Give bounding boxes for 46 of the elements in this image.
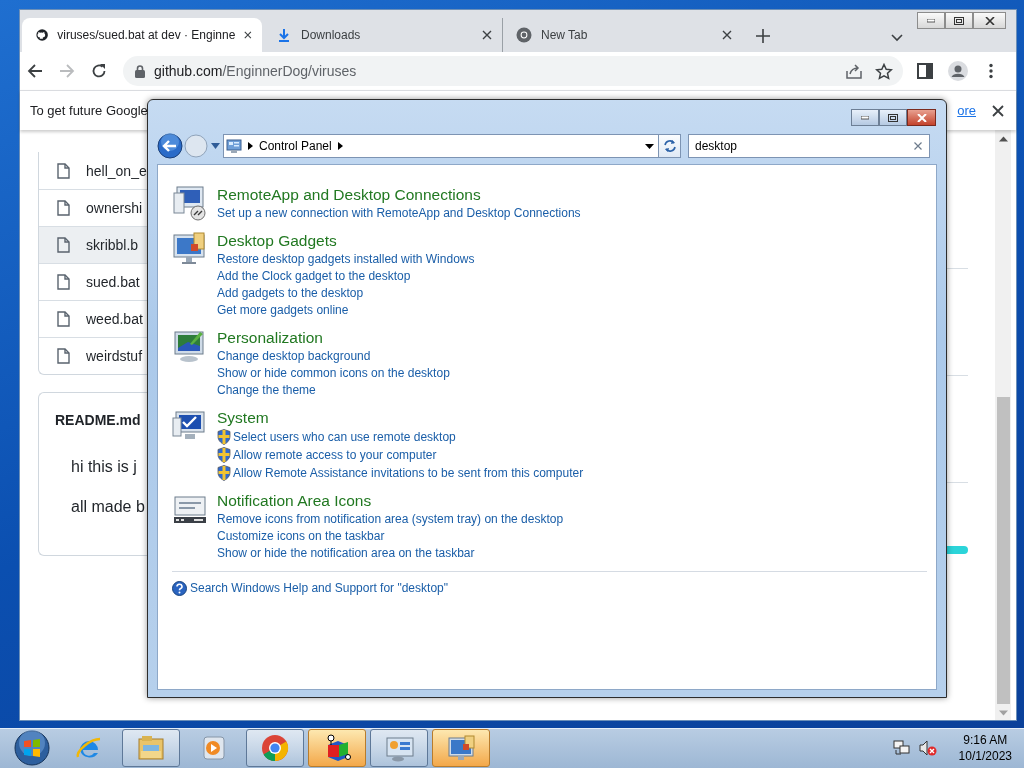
search-field[interactable]: desktop [688, 134, 930, 158]
breadcrumb-item[interactable]: Control Panel [259, 139, 332, 153]
task-link[interactable]: Show or hide the notification area on the taskbar [217, 545, 475, 562]
browser-tab[interactable]: viruses/sued.bat at dev · Enginne [22, 18, 262, 52]
address-bar[interactable]: github.com/EnginnerDog/viruses [123, 56, 903, 86]
task-link[interactable]: Restore desktop gadgets installed with Windows [217, 251, 475, 268]
browser-tab[interactable]: New Tab [502, 18, 742, 52]
file-name[interactable]: skribbl.b [86, 237, 139, 253]
category-link[interactable]: Desktop Gadgets [217, 231, 475, 251]
readme-text: all made b [70, 497, 146, 517]
tab-title: Downloads [301, 28, 362, 42]
task-link[interactable]: Remove icons from notification area (system tray) on the desktop [217, 511, 564, 528]
clock-time[interactable]: 9:16 AM [963, 732, 1008, 748]
url-text: github.com/EnginnerDog/viruses [154, 63, 358, 79]
address-bar[interactable]: Control Panel [223, 134, 659, 158]
category-link[interactable]: RemoteApp and Desktop Connections [217, 185, 581, 205]
task-link[interactable]: Change the theme [217, 382, 316, 399]
category-link[interactable]: Notification Area Icons [217, 491, 564, 511]
file-name[interactable]: sued.bat [86, 274, 140, 290]
category-link[interactable]: Personalization [217, 328, 450, 348]
clock-date[interactable]: 10/1/2023 [958, 748, 1012, 764]
tab-title: New Tab [541, 28, 589, 42]
file-row[interactable]: skribbl.b [39, 226, 147, 263]
task-link[interactable]: Show or hide common icons on the desktop [217, 365, 450, 382]
help-link[interactable]: Search Windows Help and Support for "desktop" [190, 580, 448, 597]
file-row[interactable]: hell_on_e [39, 152, 147, 189]
task-link[interactable]: Add gadgets to the desktop [217, 285, 364, 302]
file-name[interactable]: weirdstuf [86, 348, 143, 364]
file-name[interactable]: hell_on_e [86, 162, 147, 179]
task-link[interactable]: Set up a new connection with RemoteApp and Desktop Connections [217, 205, 581, 222]
task-link[interactable]: Allow remote access to your computer [217, 446, 437, 464]
task-link[interactable]: Change desktop background [217, 348, 371, 365]
tab-title: viruses/sued.bat at dev · Enginne [57, 28, 236, 42]
file-name[interactable]: weed.bat [86, 311, 143, 327]
task-link[interactable]: Customize icons on the taskbar [217, 528, 385, 545]
task-link[interactable]: Select users who can use remote desktop [217, 428, 456, 446]
info-text: To get future Google [30, 103, 148, 118]
category-link[interactable]: System [217, 408, 584, 428]
learn-more-link[interactable]: ore [957, 103, 976, 118]
task-link[interactable]: Get more gadgets online [217, 302, 349, 319]
browser-tab[interactable]: Downloads [262, 18, 502, 52]
task-link[interactable]: Allow Remote Assistance invitations to be sent from this computer [217, 464, 584, 482]
file-name[interactable]: ownershi [86, 200, 143, 216]
readme-title: README.md [54, 411, 142, 430]
task-link[interactable]: Add the Clock gadget to the desktop [217, 268, 411, 285]
readme-text: hi this is j [70, 457, 138, 477]
